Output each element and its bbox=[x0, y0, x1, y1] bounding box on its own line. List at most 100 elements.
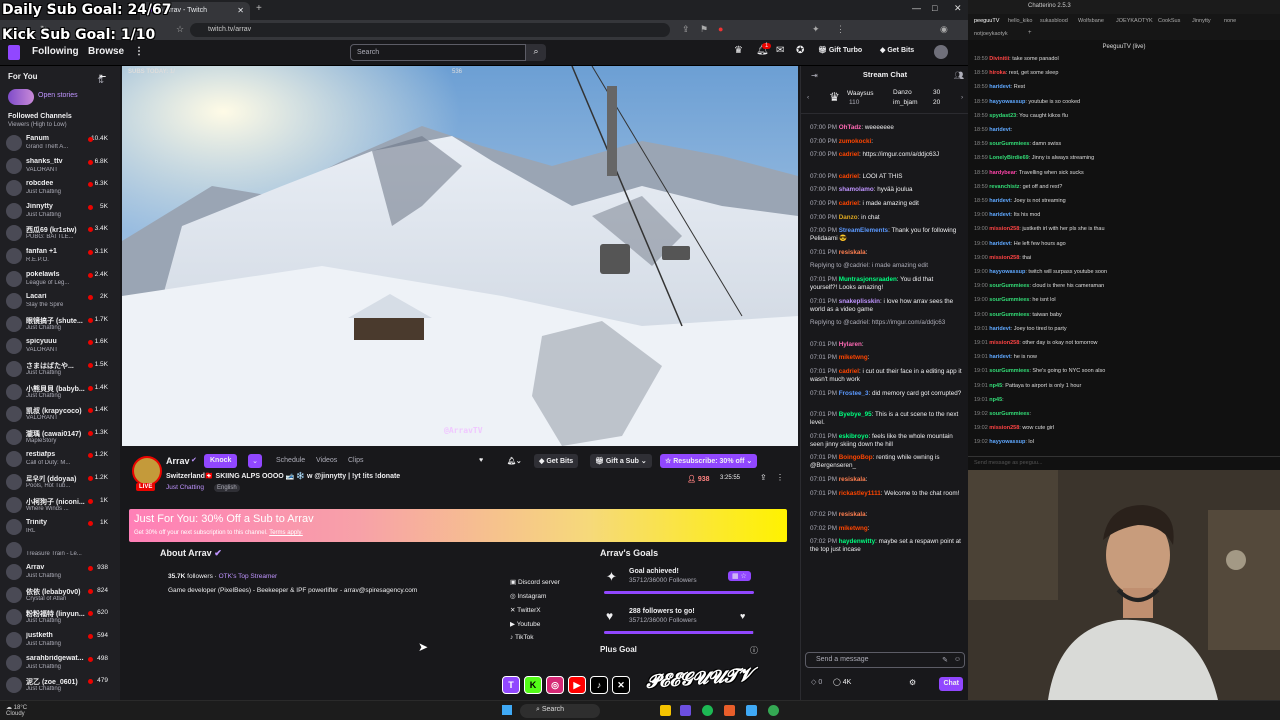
chatterino-username[interactable]: mission258 bbox=[989, 255, 1019, 261]
twitch-logo-icon[interactable] bbox=[8, 45, 20, 60]
chat-username[interactable]: shamolamo bbox=[839, 186, 874, 193]
chatterino-username[interactable]: sourGummiees bbox=[989, 283, 1029, 289]
sort-icon[interactable]: ⇅ bbox=[97, 76, 104, 85]
chat-username[interactable]: snakeplisskin bbox=[839, 298, 880, 305]
video-player[interactable]: SUBS TODAY: 1/ 536 @ArravTV bbox=[122, 66, 798, 446]
more-icon[interactable]: ⋮ bbox=[134, 46, 144, 57]
prime-icon[interactable]: ♛ bbox=[734, 45, 743, 56]
edge-icon[interactable] bbox=[746, 705, 757, 716]
goal-sub-button[interactable]: ▦ ☆ bbox=[728, 571, 751, 581]
chat-username[interactable]: OhTadz bbox=[839, 124, 862, 131]
chat-username[interactable]: StreamElements bbox=[839, 227, 888, 234]
sidebar-channel[interactable]: Treasure Train - Le... bbox=[0, 539, 120, 562]
sidebar-channel[interactable]: 粉粉福特 (linyun... Just Chatting 620 bbox=[0, 606, 120, 629]
discord-link[interactable]: ▣ Discord server bbox=[510, 578, 560, 592]
chatterino-username[interactable]: LonelyBirdie69 bbox=[989, 155, 1028, 161]
sidebar-channel[interactable]: restiafps Call of Duty: M... 1.2K bbox=[0, 448, 120, 471]
settings-icon[interactable]: ⚙ bbox=[909, 678, 916, 687]
prev-icon[interactable]: ‹ bbox=[807, 94, 809, 101]
language-tag[interactable]: English bbox=[214, 484, 240, 492]
channel-points[interactable]: ◯ 4K bbox=[833, 678, 851, 686]
clips-link[interactable]: Clips bbox=[348, 457, 364, 464]
chat-username[interactable]: zumokocki bbox=[839, 138, 872, 145]
chat-username[interactable]: cadriel bbox=[839, 200, 859, 207]
chatterino-username[interactable]: np45 bbox=[989, 397, 1002, 403]
videos-link[interactable]: Videos bbox=[316, 457, 337, 464]
taskbar-search[interactable]: ⌕ Search bbox=[520, 704, 600, 718]
sidebar-channel[interactable]: justketh Just Chatting 594 bbox=[0, 629, 120, 652]
brave-icon[interactable] bbox=[724, 705, 735, 716]
minimize-icon[interactable]: — bbox=[912, 3, 921, 13]
chatterino-tab[interactable]: none bbox=[1224, 18, 1236, 24]
chat-username[interactable]: Byebye_95 bbox=[839, 411, 872, 418]
sidebar-channel[interactable]: 西瓜69 (kr1stw) PUBG: BATTLE... 3.4K bbox=[0, 222, 120, 245]
follow-heart-icon[interactable]: ♥ bbox=[740, 611, 745, 621]
chevron-down-icon[interactable]: ⌄ bbox=[248, 454, 262, 468]
chatterino-username[interactable]: mission258 bbox=[989, 226, 1019, 232]
chatterino-username[interactable]: sourGummiees bbox=[989, 141, 1029, 147]
leaderboard[interactable]: ‹ ♛ Waaysus 110 Danzo 30 im_bjam 20 › bbox=[801, 84, 968, 114]
chatterino-username[interactable]: hiroka bbox=[989, 70, 1006, 76]
tiktok-link[interactable]: ♪ TikTok bbox=[510, 634, 560, 648]
streamer-name[interactable]: Arrav bbox=[166, 456, 190, 466]
chat-username[interactable]: BoingoBop bbox=[839, 454, 873, 461]
nav-browse[interactable]: Browse bbox=[88, 46, 124, 57]
chatterino-tab[interactable]: Wolfsbane bbox=[1078, 18, 1104, 24]
chatterino-username[interactable]: haridevt bbox=[989, 84, 1010, 90]
knock-button[interactable]: Knock bbox=[204, 454, 238, 468]
chatterino-username[interactable]: revanchistz bbox=[989, 184, 1019, 190]
chat-username[interactable]: Frostee_3 bbox=[839, 390, 869, 397]
sidebar-channel[interactable]: 依依 (lebaby0v0) Crystal of Atlan 824 bbox=[0, 584, 120, 607]
bits-icon[interactable]: ◇ 0 bbox=[811, 678, 822, 686]
avatar[interactable] bbox=[934, 45, 948, 59]
new-tab-icon[interactable]: + bbox=[256, 3, 262, 14]
sidebar-channel[interactable]: shanks_ttv VALORANT 6.8K bbox=[0, 155, 120, 178]
team-link[interactable]: OTK's Top Streamer bbox=[219, 573, 278, 580]
chat-username[interactable]: Danzo bbox=[839, 214, 858, 221]
chat-username[interactable]: cadriel bbox=[839, 151, 859, 158]
sidebar-channel[interactable]: さまはばたや... Just Chatting 1.5K bbox=[0, 358, 120, 381]
chatterino-username[interactable]: np45 bbox=[989, 383, 1002, 389]
bits-icon[interactable]: ✎ bbox=[942, 656, 948, 664]
chatterino-username[interactable]: hardybear bbox=[989, 170, 1016, 176]
chatterino-username[interactable]: spydast23 bbox=[989, 113, 1016, 119]
chatterino-username[interactable]: Divinitii bbox=[989, 56, 1009, 62]
chatterino-username[interactable]: haridevt bbox=[989, 326, 1010, 332]
chatterino-username[interactable]: sourGummiees bbox=[989, 368, 1029, 374]
search-input[interactable]: Search bbox=[350, 44, 526, 61]
chat-input[interactable]: Send a message ✎ ☺ bbox=[805, 652, 965, 668]
category-link[interactable]: Just Chatting bbox=[166, 484, 204, 491]
chatterino-username[interactable]: sourGummiees bbox=[989, 411, 1029, 417]
puzzle-icon[interactable]: ✦ bbox=[812, 24, 820, 35]
chat-username[interactable]: Hylaren bbox=[839, 341, 862, 348]
discount-banner[interactable]: Just For You: 30% Off a Sub to Arrav Get… bbox=[129, 509, 787, 542]
sidebar-channel[interactable]: Trinity IRL 1K bbox=[0, 516, 120, 539]
chat-username[interactable]: resiskala bbox=[839, 476, 866, 483]
instagram-link[interactable]: ◎ Instagram bbox=[510, 592, 560, 606]
chatterino-username[interactable]: haridevt bbox=[989, 127, 1010, 133]
chatterino-username[interactable]: hayyowassup bbox=[989, 439, 1025, 445]
share-stream-icon[interactable]: ⇪ bbox=[760, 473, 767, 482]
nav-following[interactable]: Following bbox=[32, 46, 79, 57]
sidebar-channel[interactable]: 泥乙 (zoe_0601) Just Chatting 479 bbox=[0, 674, 120, 697]
chat-username[interactable]: miketwng bbox=[839, 354, 868, 361]
chat-username[interactable]: resiskala bbox=[839, 249, 866, 256]
chat-users-icon[interactable]: 👥︎ bbox=[954, 71, 964, 80]
profile-icon[interactable]: ◉ bbox=[940, 24, 948, 35]
sidebar-channel[interactable]: Arrav Just Chatting 938 bbox=[0, 561, 120, 584]
url-field[interactable]: twitch.tv/arrav bbox=[190, 23, 670, 37]
chatterino-username[interactable]: haridevt bbox=[989, 198, 1010, 204]
chatterino-username[interactable]: mission258 bbox=[989, 425, 1019, 431]
chat-username[interactable]: Muntrasjonsraaden bbox=[839, 276, 897, 283]
youtube-link[interactable]: ▶ Youtube bbox=[510, 620, 560, 634]
sidebar-channel[interactable]: 小熊貝貝 (babyb... Just Chatting 1.4K bbox=[0, 381, 120, 404]
menu-icon[interactable]: ⋮ bbox=[836, 24, 845, 35]
terms-link[interactable]: Terms apply. bbox=[269, 530, 303, 536]
crown-icon[interactable]: ✪ bbox=[796, 45, 804, 56]
chatterino-tab[interactable]: CookSus bbox=[1158, 18, 1180, 24]
sidebar-channel[interactable]: 凯叔 (krapycoco) VALORANT 1.4K bbox=[0, 403, 120, 426]
chatterino-username[interactable]: hayyowassup bbox=[989, 99, 1025, 105]
share-icon[interactable]: ⇪ bbox=[682, 24, 690, 35]
extension-red-icon[interactable]: ● bbox=[718, 24, 723, 34]
chat-username[interactable]: miketwng bbox=[839, 525, 868, 532]
